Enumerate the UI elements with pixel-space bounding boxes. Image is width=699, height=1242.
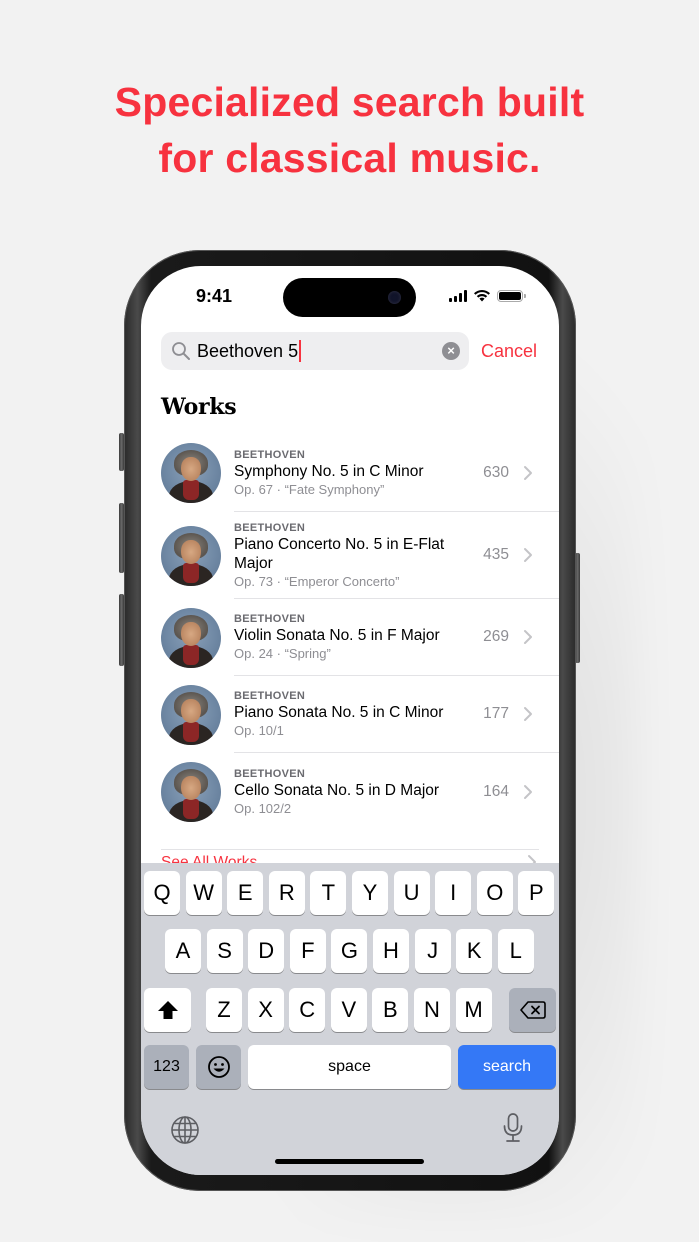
headline-line-2: for classical music. bbox=[158, 135, 541, 181]
key-t[interactable]: T bbox=[310, 871, 347, 915]
recording-count: 164 bbox=[483, 782, 509, 800]
search-row: Beethoven 5 × Cancel bbox=[161, 331, 541, 371]
key-j[interactable]: J bbox=[414, 929, 451, 973]
key-a[interactable]: A bbox=[165, 929, 201, 973]
status-time: 9:41 bbox=[196, 286, 233, 306]
key-d[interactable]: D bbox=[248, 929, 285, 973]
chevron-right-icon bbox=[524, 465, 532, 480]
composer-portrait bbox=[161, 607, 221, 668]
composer-portrait bbox=[161, 761, 221, 822]
work-list-item[interactable]: BEETHOVEN Cello Sonata No. 5 in D Major … bbox=[141, 753, 559, 830]
chevron-right-icon bbox=[524, 548, 532, 562]
home-indicator[interactable] bbox=[275, 1159, 424, 1164]
chevron-right-icon bbox=[524, 630, 532, 644]
recording-count: 269 bbox=[483, 628, 509, 645]
search-key[interactable]: search bbox=[458, 1045, 556, 1089]
key-u[interactable]: U bbox=[393, 871, 430, 915]
work-title: Piano Sonata No. 5 in C Minor bbox=[234, 704, 444, 721]
cellular-signal-icon bbox=[449, 289, 467, 302]
status-bar: 9:41 bbox=[141, 266, 559, 326]
key-b[interactable]: B bbox=[372, 988, 409, 1032]
key-k[interactable]: K bbox=[456, 929, 493, 973]
key-s[interactable]: S bbox=[206, 929, 243, 973]
keyboard: QWERTYUIOP ASDFGHJKL ZXCVBNM 123 space s… bbox=[141, 863, 559, 1175]
work-list-item[interactable]: BEETHOVEN Piano Concerto No. 5 in E-Flat… bbox=[141, 512, 559, 599]
works-list: BEETHOVEN Symphony No. 5 in C Minor Op. … bbox=[141, 434, 559, 830]
composer-name: BEETHOVEN bbox=[234, 521, 306, 534]
work-title: Piano Concerto No. 5 in E-Flat Major bbox=[234, 535, 445, 572]
key-w[interactable]: W bbox=[185, 871, 222, 915]
key-l[interactable]: L bbox=[497, 929, 534, 973]
status-icons bbox=[449, 289, 526, 302]
magnifying-glass-icon bbox=[172, 342, 190, 360]
cancel-button[interactable]: Cancel bbox=[481, 341, 537, 362]
key-p[interactable]: P bbox=[518, 871, 555, 915]
key-r[interactable]: R bbox=[268, 871, 305, 915]
search-input[interactable]: Beethoven 5 × bbox=[161, 332, 469, 370]
key-x[interactable]: X bbox=[247, 988, 284, 1032]
composer-name: BEETHOVEN bbox=[234, 690, 306, 702]
composer-name: BEETHOVEN bbox=[234, 448, 306, 461]
emoji-smiley-icon bbox=[207, 1056, 230, 1078]
composer-name: BEETHOVEN bbox=[234, 767, 306, 780]
text-cursor bbox=[299, 340, 302, 362]
backspace-icon bbox=[519, 1001, 546, 1019]
emoji-key[interactable] bbox=[196, 1045, 241, 1089]
key-e[interactable]: E bbox=[227, 871, 264, 915]
composer-portrait bbox=[161, 525, 221, 586]
key-z[interactable]: Z bbox=[206, 988, 242, 1032]
work-title: Violin Sonata No. 5 in F Major bbox=[234, 627, 440, 644]
chevron-right-icon bbox=[524, 784, 532, 799]
composer-portrait bbox=[161, 684, 221, 745]
headline: Specialized search built for classical m… bbox=[0, 74, 699, 186]
key-o[interactable]: O bbox=[476, 871, 513, 915]
work-list-item[interactable]: BEETHOVEN Symphony No. 5 in C Minor Op. … bbox=[141, 434, 559, 512]
wifi-icon bbox=[474, 289, 490, 302]
work-title: Symphony No. 5 in C Minor bbox=[234, 462, 424, 480]
dynamic-island bbox=[283, 278, 416, 317]
work-subtitle: Op. 10/1 bbox=[234, 723, 284, 738]
section-title-works: Works bbox=[161, 394, 237, 420]
search-query[interactable]: Beethoven 5 bbox=[197, 341, 298, 362]
battery-icon bbox=[497, 289, 526, 302]
shift-key[interactable] bbox=[144, 988, 191, 1032]
delete-key[interactable] bbox=[509, 988, 556, 1032]
key-q[interactable]: Q bbox=[144, 871, 180, 915]
camera-lens bbox=[388, 291, 401, 304]
globe-icon[interactable] bbox=[170, 1115, 200, 1145]
headline-line-1: Specialized search built bbox=[114, 79, 585, 125]
key-i[interactable]: I bbox=[435, 871, 472, 915]
key-c[interactable]: C bbox=[289, 988, 326, 1032]
work-subtitle: Op. 73 · “Emperor Concerto” bbox=[234, 573, 400, 589]
phone-screen: 9:41 Beethoven 5 × Cancel Works BEETHOVE… bbox=[141, 266, 559, 1175]
work-list-item[interactable]: BEETHOVEN Violin Sonata No. 5 in F Major… bbox=[141, 599, 559, 676]
work-subtitle: Op. 24 · “Spring” bbox=[234, 646, 331, 661]
work-subtitle: Op. 102/2 bbox=[234, 800, 292, 816]
key-n[interactable]: N bbox=[414, 988, 450, 1032]
key-f[interactable]: F bbox=[289, 929, 326, 973]
recording-count: 177 bbox=[483, 705, 509, 722]
clear-x-icon[interactable]: × bbox=[442, 342, 460, 360]
work-subtitle: Op. 67 · “Fate Symphony” bbox=[234, 481, 385, 497]
recording-count: 435 bbox=[483, 546, 509, 563]
composer-name: BEETHOVEN bbox=[234, 613, 306, 625]
chevron-right-icon bbox=[524, 707, 532, 721]
space-key[interactable]: space bbox=[248, 1045, 451, 1089]
recording-count: 630 bbox=[483, 463, 509, 481]
key-g[interactable]: G bbox=[331, 929, 368, 973]
shift-arrow-icon bbox=[157, 1001, 178, 1019]
work-list-item[interactable]: BEETHOVEN Piano Sonata No. 5 in C Minor … bbox=[141, 676, 559, 753]
work-title: Cello Sonata No. 5 in D Major bbox=[234, 781, 440, 799]
microphone-icon[interactable] bbox=[501, 1112, 525, 1144]
numbers-key[interactable]: 123 bbox=[144, 1045, 189, 1089]
key-h[interactable]: H bbox=[373, 929, 409, 973]
key-v[interactable]: V bbox=[330, 988, 367, 1032]
key-m[interactable]: M bbox=[455, 988, 492, 1032]
key-y[interactable]: Y bbox=[352, 871, 388, 915]
composer-portrait bbox=[161, 443, 221, 503]
